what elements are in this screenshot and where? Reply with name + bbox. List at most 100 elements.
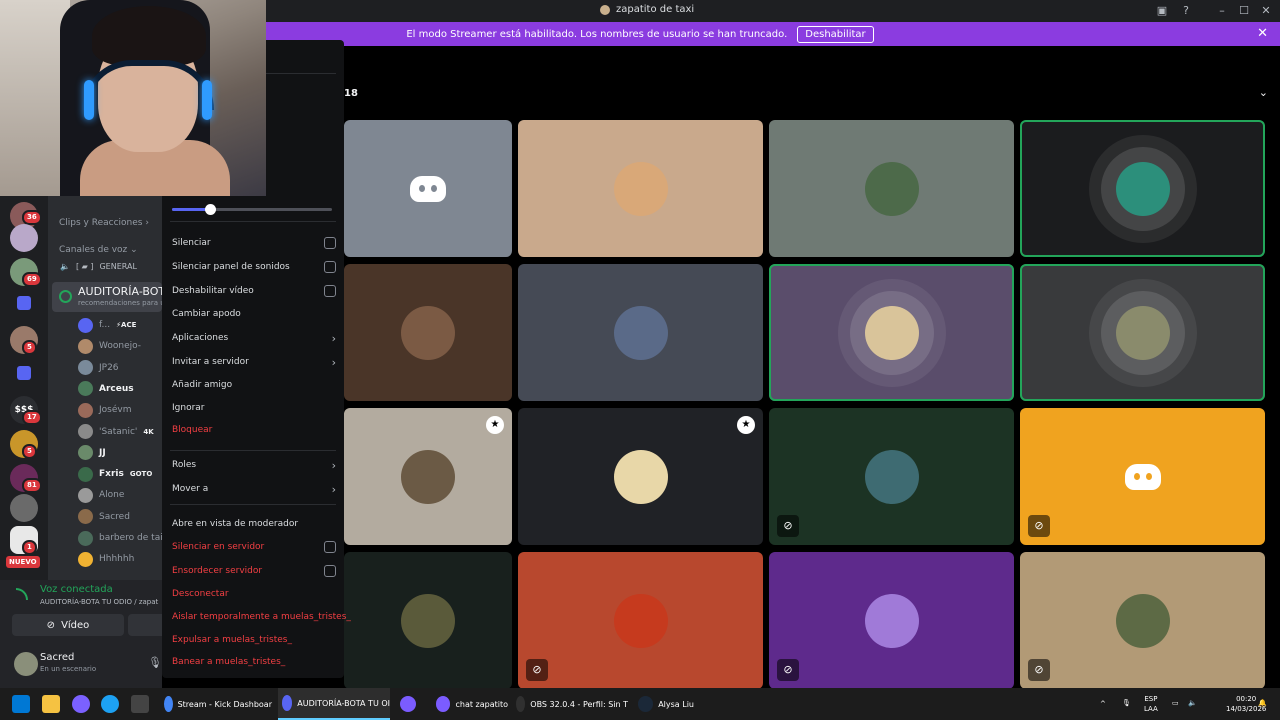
voice-user[interactable]: Josévm <box>78 401 131 419</box>
volume-icon[interactable]: 🔈 <box>1188 698 1197 708</box>
menu-item[interactable]: Silenciar <box>172 233 336 253</box>
menu-item-label: Silenciar en servidor <box>172 542 265 552</box>
mention-badge: 81 <box>22 478 42 493</box>
inbox-icon[interactable]: ▣ <box>1154 3 1170 19</box>
file-explorer-icon[interactable] <box>42 695 60 713</box>
server-icon[interactable] <box>10 224 38 252</box>
menu-item-label: Desconectar <box>172 589 229 599</box>
video-tile[interactable]: ⊘ <box>1020 408 1265 545</box>
video-tile[interactable] <box>1020 120 1265 257</box>
video-tile[interactable] <box>518 264 763 401</box>
menu-item[interactable]: Banear a muelas_tristes_ <box>172 652 336 672</box>
menu-item[interactable]: Expulsar a muelas_tristes_ <box>172 630 336 650</box>
menu-item[interactable]: Invitar a servidor › <box>172 352 336 372</box>
video-tile[interactable]: ⊘ <box>1020 552 1265 689</box>
category-clips[interactable]: Clips y Reacciones › <box>59 218 149 228</box>
menu-item[interactable]: Silenciar panel de sonidos <box>172 257 336 277</box>
video-tile[interactable] <box>518 120 763 257</box>
category-voice[interactable]: Canales de voz ⌄ <box>59 245 138 255</box>
voice-user[interactable]: Fxris GOTO <box>78 465 152 483</box>
channel-active-voice[interactable]: AUDITORÍA-BOTA recomendaciones para u <box>52 282 162 312</box>
video-tile[interactable]: ⊘ <box>518 552 763 689</box>
microphone-icon[interactable]: 🎙 <box>1122 698 1131 708</box>
chevron-up-icon[interactable]: ^ <box>1100 699 1106 709</box>
video-tile[interactable] <box>344 264 512 401</box>
window-title-text: zapatito de taxi <box>616 4 695 15</box>
voice-user[interactable]: Woonejo- <box>78 337 141 355</box>
menu-item[interactable]: Añadir amigo <box>172 375 336 395</box>
voice-user[interactable]: Arceus <box>78 380 134 398</box>
minimize-icon[interactable]: – <box>1214 3 1230 19</box>
store-icon[interactable] <box>131 695 149 713</box>
voice-user[interactable]: Alone <box>78 486 124 504</box>
network-icon[interactable]: ▭ <box>1172 698 1179 708</box>
close-window-icon[interactable]: ✕ <box>1258 3 1274 19</box>
menu-item[interactable]: Ignorar <box>172 398 336 418</box>
voice-user[interactable]: Hhhhhh <box>78 550 134 568</box>
video-tile[interactable]: ★ <box>518 408 763 545</box>
taskbar-app[interactable]: OBS 32.0.4 - Perfil: Sin T <box>512 688 628 720</box>
menu-item[interactable]: Silenciar en servidor <box>172 537 336 557</box>
checkbox[interactable] <box>324 261 336 273</box>
voice-user-name: Fxris <box>99 469 124 480</box>
menu-item[interactable]: Bloquear <box>172 420 336 440</box>
windows-taskbar: Stream - Kick Dashboar AUDITORÍA-BOTA TU … <box>0 688 1280 720</box>
voice-user[interactable]: barbero de taig <box>78 529 162 547</box>
video-tile[interactable] <box>344 120 512 257</box>
avatar <box>1115 305 1170 360</box>
menu-item[interactable]: Roles › <box>172 455 336 475</box>
voice-user[interactable]: Sacred <box>78 508 130 526</box>
screen-share-button[interactable] <box>128 614 162 636</box>
disable-streamer-button[interactable]: Deshabilitar <box>797 25 874 43</box>
chevron-down-icon[interactable]: ⌄ <box>1259 86 1268 99</box>
close-banner-icon[interactable]: ✕ <box>1257 26 1268 41</box>
voice-user[interactable]: f... ⚡ACE <box>78 316 136 334</box>
video-tile[interactable]: ⊘ <box>769 408 1014 545</box>
voice-user[interactable]: JP26 <box>78 359 119 377</box>
voice-user[interactable]: 'Satanic' 4K <box>78 423 154 441</box>
taskbar-app[interactable]: Stream - Kick Dashboar <box>160 688 272 720</box>
channel-general[interactable]: 🔈 [ ▰ ] GENERAL <box>60 262 137 271</box>
video-tile[interactable] <box>769 120 1014 257</box>
taskbar-app[interactable]: AUDITORÍA-BOTA TU OI <box>278 688 390 720</box>
help-icon[interactable]: ? <box>1178 3 1194 19</box>
taskbar-app[interactable]: Alysa Liu <box>634 688 694 720</box>
server-icon[interactable] <box>10 494 38 522</box>
voice-connected-panel: Voz conectada AUDITORÍA-BOTA TU ODIO / z… <box>0 580 162 644</box>
video-tile[interactable] <box>1020 264 1265 401</box>
video-tile[interactable] <box>344 552 512 689</box>
avatar[interactable] <box>14 652 38 676</box>
checkbox[interactable] <box>324 541 336 553</box>
stage-badge-icon: ★ <box>737 416 755 434</box>
voice-channel-path[interactable]: AUDITORÍA-BOTA TU ODIO / zapat <box>40 598 158 606</box>
folder-icon[interactable] <box>17 296 31 310</box>
menu-item[interactable]: Mover a › <box>172 479 336 499</box>
menu-item[interactable]: Desconectar <box>172 584 336 604</box>
windows-start-icon[interactable] <box>12 695 30 713</box>
menu-item[interactable]: Aplicaciones › <box>172 328 336 348</box>
folder-icon[interactable] <box>17 366 31 380</box>
video-tile[interactable]: ⊘ <box>769 552 1014 689</box>
checkbox[interactable] <box>324 285 336 297</box>
microphone-icon[interactable]: 🎙 <box>148 656 162 669</box>
video-tile[interactable]: ★ <box>344 408 512 545</box>
volume-slider-handle[interactable] <box>205 204 217 215</box>
video-tile[interactable] <box>769 264 1014 401</box>
menu-item[interactable]: Cambiar apodo <box>172 304 336 324</box>
video-button[interactable]: ⊘ Vídeo <box>12 614 124 636</box>
checkbox[interactable] <box>324 237 336 249</box>
taskbar-app[interactable]: chat zapatito <box>432 688 508 720</box>
maximize-icon[interactable]: ☐ <box>1236 3 1252 19</box>
checkbox[interactable] <box>324 565 336 577</box>
menu-item[interactable]: Ensordecer servidor <box>172 561 336 581</box>
menu-item[interactable]: Aislar temporalmente a muelas_tristes_ <box>172 607 351 627</box>
notification-icon[interactable]: 🔔 <box>1258 698 1267 708</box>
avatar <box>78 509 93 525</box>
menu-item[interactable]: Deshabilitar vídeo <box>172 281 336 301</box>
edge-icon[interactable] <box>101 695 119 713</box>
menu-item[interactable]: Abre en vista de moderador <box>172 514 336 534</box>
taskbar-app[interactable] <box>396 688 426 720</box>
language-indicator[interactable]: ESP LAA <box>1144 694 1158 714</box>
copilot-icon[interactable] <box>72 695 90 713</box>
voice-user[interactable]: JJ <box>78 444 106 462</box>
